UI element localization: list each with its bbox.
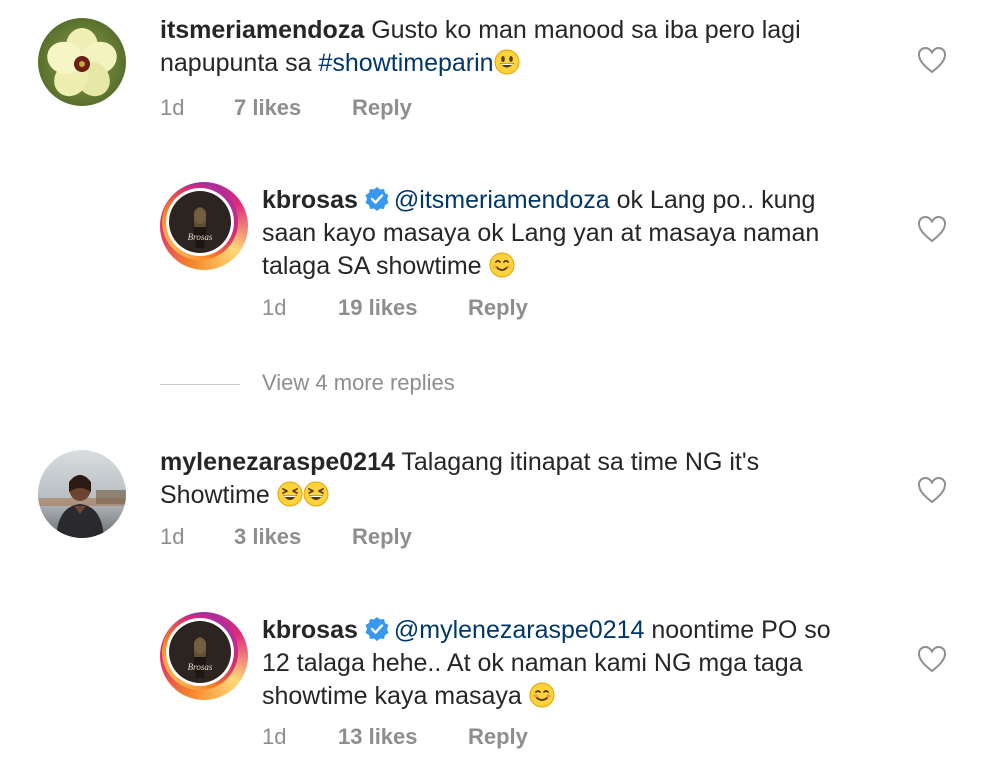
view-more-label: View 4 more replies [262, 370, 455, 395]
reply-button[interactable]: Reply [352, 524, 412, 550]
comment-age: 1d [262, 295, 287, 320]
comment-username[interactable]: mylenezaraspe0214 [160, 448, 395, 476]
blushing-face-emoji [529, 682, 555, 708]
smiling-face-emoji [489, 252, 515, 278]
laughing-face-emoji [277, 481, 303, 507]
comment-body: itsmeriamendoza Gusto ko man manood sa i… [160, 14, 880, 80]
avatar[interactable]: Brosas [160, 612, 248, 700]
comment-meta: 1d 13 likes Reply [262, 724, 662, 754]
laughing-face-emoji [303, 481, 329, 507]
reply-button[interactable]: Reply [468, 295, 528, 321]
verified-badge-icon [365, 617, 389, 641]
comment-body: kbrosas @itsmeriamendoza ok Lang po.. kun… [262, 184, 902, 283]
comment-text: Gusto ko man manood sa iba pero lagi [371, 16, 801, 44]
comment-body: kbrosas @mylenezaraspe0214 noontime PO so… [262, 614, 902, 713]
comment-text-line2: Showtime [160, 481, 277, 509]
reply-button[interactable]: Reply [468, 724, 528, 750]
comment-age: 1d [262, 724, 287, 749]
avatar[interactable] [38, 450, 126, 538]
heart-icon[interactable] [917, 46, 947, 74]
comment-text-line2: saan kayo masaya ok Lang yan at masaya n… [262, 219, 820, 247]
svg-text:Brosas: Brosas [188, 232, 213, 242]
mention-link[interactable]: @itsmeriamendoza [394, 186, 610, 214]
likes-count[interactable]: 7 likes [234, 95, 301, 121]
likes-count[interactable]: 13 likes [338, 724, 418, 750]
comments-panel: itsmeriamendoza Gusto ko man manood sa i… [0, 0, 1000, 784]
comment-meta: 1d 7 likes Reply [160, 95, 560, 125]
avatar[interactable] [38, 18, 126, 106]
verified-badge-icon [365, 187, 389, 211]
comment-username[interactable]: kbrosas [262, 186, 358, 214]
hashtag-link[interactable]: #showtimeparin [318, 49, 493, 77]
heart-icon[interactable] [917, 215, 947, 243]
comment-username[interactable]: kbrosas [262, 616, 358, 644]
svg-text:Brosas: Brosas [188, 662, 213, 672]
reply-button[interactable]: Reply [352, 95, 412, 121]
comment-text-line3: talaga SA showtime [262, 252, 489, 280]
heart-icon[interactable] [917, 476, 947, 504]
likes-count[interactable]: 19 likes [338, 295, 418, 321]
comment-meta: 1d 3 likes Reply [160, 524, 560, 554]
comment-username[interactable]: itsmeriamendoza [160, 16, 364, 44]
comment-age: 1d [160, 524, 185, 549]
comment-age: 1d [160, 95, 185, 120]
avatar[interactable]: Brosas [160, 182, 248, 270]
heart-icon[interactable] [917, 645, 947, 673]
comment-text-line2: 12 talaga hehe.. At ok naman kami NG mga… [262, 649, 803, 677]
comment-meta: 1d 19 likes Reply [262, 295, 662, 325]
mention-link[interactable]: @mylenezaraspe0214 [394, 616, 645, 644]
grinning-face-emoji [494, 49, 520, 75]
likes-count[interactable]: 3 likes [234, 524, 301, 550]
divider-line [160, 383, 240, 385]
comment-text-line2: napupunta sa [160, 49, 319, 77]
comment-text: Talagang itinapat sa time NG it's [394, 448, 760, 476]
comment-text-line3: showtime kaya masaya [262, 682, 529, 710]
comment-body: mylenezaraspe0214 Talagang itinapat sa t… [160, 446, 880, 512]
comment-text: noontime PO so [644, 616, 831, 644]
view-more-replies-button[interactable]: View 4 more replies [160, 370, 455, 396]
comment-text: ok Lang po.. kung [609, 186, 816, 214]
